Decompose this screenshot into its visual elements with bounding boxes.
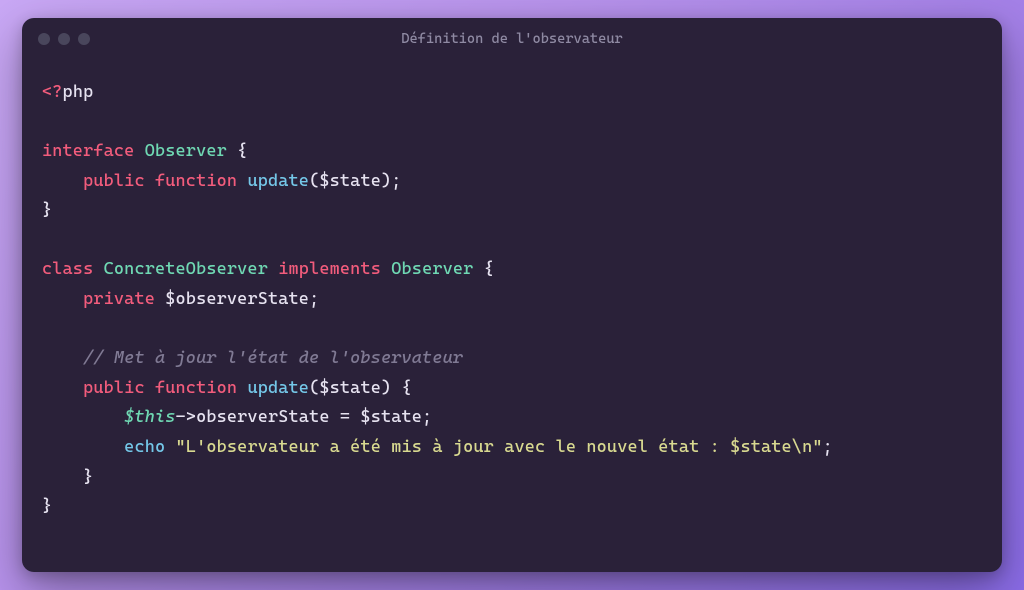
- type-concrete: ConcreteObserver: [104, 259, 268, 279]
- brace: }: [42, 496, 52, 516]
- minimize-icon[interactable]: [58, 33, 70, 45]
- semi: ;: [309, 289, 319, 309]
- type-observer: Observer: [391, 259, 473, 279]
- assign: =: [330, 407, 361, 427]
- arrow: ->: [176, 407, 197, 427]
- kw-public: public: [83, 378, 145, 398]
- php-open-tag: <?: [42, 82, 63, 102]
- var-state: $state: [319, 378, 381, 398]
- brace: {: [237, 141, 247, 161]
- type-observer: Observer: [145, 141, 227, 161]
- var-state: $state: [319, 171, 381, 191]
- echo-kw: echo: [124, 437, 165, 457]
- titlebar: Définition de l'observateur: [22, 18, 1002, 60]
- var-state: $state: [360, 407, 422, 427]
- paren: ): [381, 171, 391, 191]
- kw-private: private: [83, 289, 155, 309]
- traffic-lights: [38, 33, 90, 45]
- maximize-icon[interactable]: [78, 33, 90, 45]
- code-window: Définition de l'observateur <?php interf…: [22, 18, 1002, 572]
- prop-observer-state: observerState: [196, 407, 330, 427]
- semi: ;: [391, 171, 401, 191]
- window-title: Définition de l'observateur: [22, 31, 1002, 47]
- this-kw: $this: [124, 407, 175, 427]
- comment: // Met à jour l'état de l'observateur: [83, 348, 463, 368]
- close-icon[interactable]: [38, 33, 50, 45]
- var-observer-state: $observerState: [165, 289, 309, 309]
- brace: }: [42, 200, 52, 220]
- string-literal: "L'observateur a été mis à jour avec le …: [176, 437, 823, 457]
- semi: ;: [422, 407, 432, 427]
- code-editor: <?php interface Observer { public functi…: [22, 60, 1002, 572]
- kw-class: class: [42, 259, 93, 279]
- kw-public: public: [83, 171, 145, 191]
- kw-function: function: [155, 171, 237, 191]
- paren: ): [381, 378, 391, 398]
- kw-interface: interface: [42, 141, 134, 161]
- php-label: php: [63, 82, 94, 102]
- paren: (: [309, 171, 319, 191]
- brace: {: [402, 378, 412, 398]
- brace: {: [484, 259, 494, 279]
- fn-update: update: [247, 378, 309, 398]
- kw-implements: implements: [278, 259, 381, 279]
- semi: ;: [823, 437, 833, 457]
- kw-function: function: [155, 378, 237, 398]
- brace: }: [83, 467, 93, 487]
- paren: (: [309, 378, 319, 398]
- fn-update: update: [247, 171, 309, 191]
